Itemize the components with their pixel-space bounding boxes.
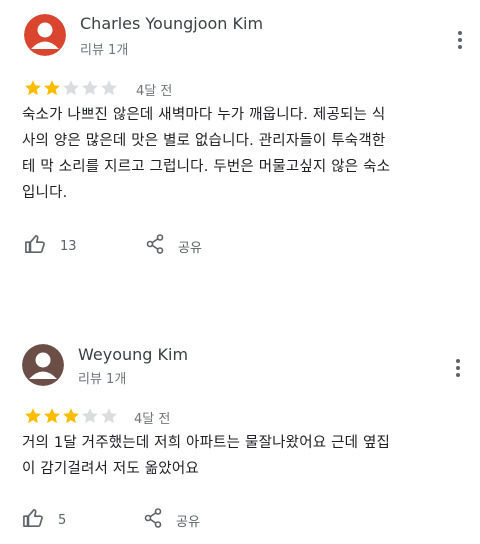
reviewer-name[interactable]: Weyoung Kim xyxy=(78,345,188,364)
like-button[interactable]: 5 xyxy=(22,508,66,532)
share-label: 공유 xyxy=(178,240,202,256)
star-empty-icon xyxy=(101,80,117,96)
share-icon xyxy=(146,234,164,258)
share-label: 공유 xyxy=(176,514,200,530)
star-empty-icon xyxy=(82,80,98,96)
review-text-line: 숙소가 나쁘진 않은데 새벽마다 누가 깨웁니다. 제공되는 식 xyxy=(22,107,386,123)
like-count: 13 xyxy=(60,238,77,254)
star-filled-icon xyxy=(44,408,60,424)
review-text-line: 이 감기걸려서 저도 옮았어요 xyxy=(22,461,199,477)
review-count[interactable]: 리뷰 1개 xyxy=(80,39,128,58)
star-empty-icon xyxy=(82,408,98,424)
star-filled-icon xyxy=(44,80,60,96)
review-text-line: 사의 양은 많은데 맛은 별로 없습니다. 관리자들이 투숙객한 xyxy=(22,133,386,149)
star-empty-icon xyxy=(63,80,79,96)
thumbs-up-icon xyxy=(22,508,44,532)
avatar[interactable] xyxy=(22,344,64,386)
review-text-line: 입니다. xyxy=(22,185,68,201)
share-icon xyxy=(144,508,162,532)
review-text-line: 테 막 소리를 지르고 그럽니다. 두번은 머물고싶지 않은 숙소 xyxy=(22,159,391,175)
star-empty-icon xyxy=(101,408,117,424)
share-button[interactable]: 공유 xyxy=(146,234,202,258)
review-count[interactable]: 리뷰 1개 xyxy=(78,368,126,387)
review-date: 4달 전 xyxy=(134,412,171,427)
star-filled-icon xyxy=(25,80,41,96)
like-button[interactable]: 13 xyxy=(24,234,77,258)
star-rating xyxy=(24,407,118,425)
review-text: 숙소가 나쁘진 않은데 새벽마다 누가 깨웁니다. 제공되는 식 사의 양은 많… xyxy=(22,102,462,206)
like-count: 5 xyxy=(58,512,67,528)
review-date: 4달 전 xyxy=(136,84,173,99)
reviewer-name[interactable]: Charles Youngjoon Kim xyxy=(80,14,263,33)
more-options-button[interactable] xyxy=(450,28,470,52)
star-rating xyxy=(24,79,118,97)
avatar[interactable] xyxy=(24,14,66,56)
star-filled-icon xyxy=(63,408,79,424)
more-options-button[interactable] xyxy=(448,356,468,380)
review-text: 거의 1달 거주했는데 저희 아파트는 물잘나왔어요 근데 옆집 이 감기걸려서… xyxy=(22,430,462,482)
share-button[interactable]: 공유 xyxy=(144,508,200,532)
thumbs-up-icon xyxy=(24,234,46,258)
star-filled-icon xyxy=(25,408,41,424)
review-card: Charles Youngjoon Kim 리뷰 1개 4달 전 숙소가 나쁘진… xyxy=(0,0,480,290)
review-card: Weyoung Kim 리뷰 1개 4달 전 거의 1달 거주했는데 저희 아파… xyxy=(0,330,480,544)
review-text-line: 거의 1달 거주했는데 저희 아파트는 물잘나왔어요 근데 옆집 xyxy=(22,435,391,451)
